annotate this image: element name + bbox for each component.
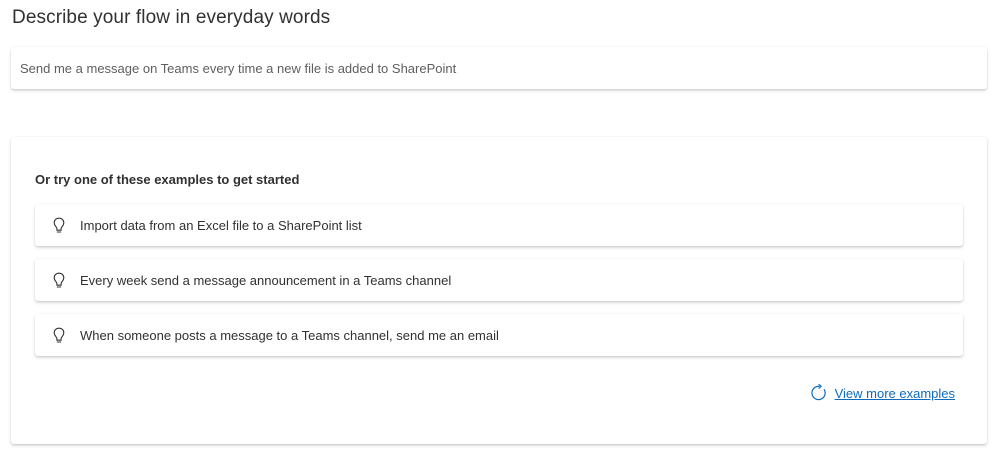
refresh-icon: [810, 384, 828, 402]
view-more-examples-link[interactable]: View more examples: [835, 386, 955, 401]
flow-description-box[interactable]: [11, 47, 987, 89]
example-item-label: Every week send a message announcement i…: [80, 272, 452, 288]
page-title: Describe your flow in everyday words: [12, 7, 331, 28]
example-item-weekly-teams-announcement[interactable]: Every week send a message announcement i…: [35, 259, 963, 301]
lightbulb-icon: [52, 326, 66, 344]
example-item-teams-post-email[interactable]: When someone posts a message to a Teams …: [35, 314, 963, 356]
flow-description-input[interactable]: [20, 60, 987, 76]
examples-heading: Or try one of these examples to get star…: [35, 172, 300, 187]
lightbulb-icon: [52, 216, 66, 234]
example-item-label: Import data from an Excel file to a Shar…: [80, 217, 362, 233]
example-item-excel-to-sharepoint[interactable]: Import data from an Excel file to a Shar…: [35, 204, 963, 246]
example-item-label: When someone posts a message to a Teams …: [80, 327, 499, 343]
lightbulb-icon: [52, 271, 66, 289]
page: Describe your flow in everyday words Or …: [0, 0, 1003, 454]
examples-card: Or try one of these examples to get star…: [11, 137, 987, 444]
view-more-examples-button[interactable]: View more examples: [810, 384, 955, 402]
